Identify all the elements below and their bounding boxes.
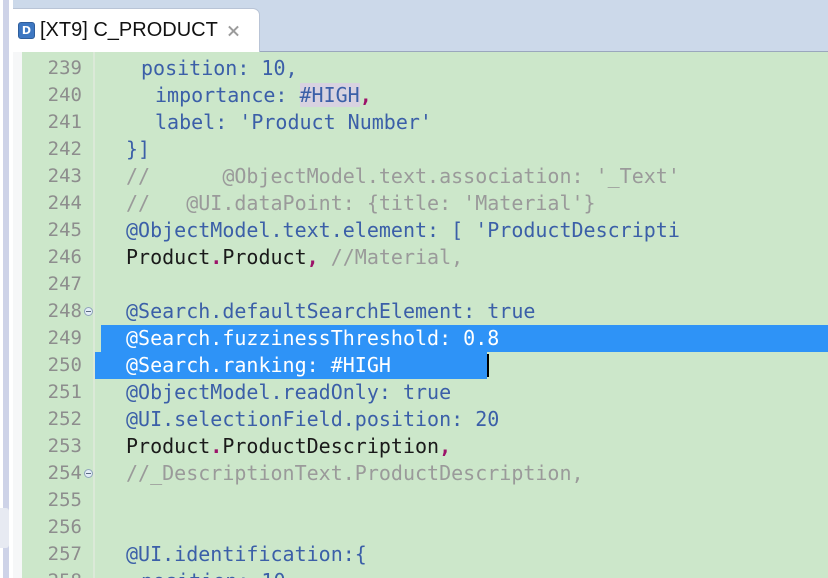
code-text: label: 'Product Number' — [155, 109, 432, 136]
line-number: 256 — [47, 516, 82, 538]
code-token: , — [439, 434, 452, 458]
left-view-stack-strip — [13, 52, 22, 578]
code-line[interactable]: 240 importance: #HIGH, — [22, 82, 828, 109]
code-text: @Search.ranking: #HIGH — [126, 352, 391, 379]
code-token: @UI.selectionField.position: 20 — [126, 407, 500, 431]
code-line[interactable]: 245 @ObjectModel.text.element: [ 'Product… — [22, 217, 828, 244]
code-token: importance: — [155, 83, 300, 107]
code-line[interactable]: 251 @ObjectModel.readOnly: true — [22, 379, 828, 406]
line-number: 243 — [47, 165, 82, 187]
line-number: 241 — [47, 111, 82, 133]
code-token: }] — [126, 137, 151, 161]
code-text: Product.Product, //Material, — [126, 244, 463, 271]
code-token: , — [306, 245, 319, 269]
code-text: @ObjectModel.text.element: [ 'ProductDes… — [126, 217, 680, 244]
code-line[interactable]: 243 // @ObjectModel.text.association: '_T… — [22, 163, 828, 190]
line-number: 245 — [47, 219, 82, 241]
code-token: Product — [126, 245, 211, 269]
line-number: 249 — [47, 327, 82, 349]
code-line[interactable]: 256 — [22, 514, 828, 541]
code-token: // @ObjectModel.text.association: '_Text… — [126, 164, 680, 188]
line-number: 244 — [47, 192, 82, 214]
source-code-editor[interactable]: 239 position: 10, 240 importance: #HIGH, 241… — [22, 52, 828, 578]
code-line[interactable]: 257 @UI.identification:{ — [22, 541, 828, 568]
code-line[interactable]: 239 position: 10, — [22, 55, 828, 82]
code-text: // @UI.dataPoint: {title: 'Material'} — [126, 190, 596, 217]
code-token: , — [359, 83, 372, 107]
code-line[interactable]: 258 position: 10, — [22, 568, 828, 578]
code-line[interactable]: 249 @Search.fuzzinessThreshold: 0.8 — [22, 325, 828, 352]
code-token: @UI.identification:{ — [126, 542, 367, 566]
code-text: @Search.defaultSearchElement: true — [126, 298, 535, 325]
code-line[interactable]: 241 label: 'Product Number' — [22, 109, 828, 136]
cds-document-icon: D — [18, 22, 35, 39]
line-number: 258 — [22, 568, 82, 578]
left-minimized-view-tab[interactable] — [0, 508, 9, 548]
text-caret — [487, 354, 489, 377]
line-number: 239 — [47, 57, 82, 79]
code-token: // @UI.dataPoint: {title: 'Material'} — [126, 191, 596, 215]
code-token: label: 'Product Number' — [155, 110, 432, 134]
code-token: //Material, — [318, 245, 464, 269]
line-number: 255 — [47, 489, 82, 511]
line-number: 253 — [47, 435, 82, 457]
close-icon[interactable] — [226, 23, 241, 38]
code-line[interactable]: 254 //_DescriptionText.ProductDescription… — [22, 460, 828, 487]
code-token: #HIGH — [299, 83, 360, 107]
code-token: @ObjectModel.text.element: [ 'ProductDes… — [126, 218, 680, 242]
line-number: 247 — [47, 273, 82, 295]
code-line[interactable]: 248 @Search.defaultSearchElement: true — [22, 298, 828, 325]
code-token: @Search.fuzzinessThreshold: 0.8 — [126, 326, 500, 350]
editor-tab-bar: D [XT9] C_PRODUCT — [13, 0, 828, 52]
code-text: // @ObjectModel.text.association: '_Text… — [126, 163, 680, 190]
code-line[interactable]: 253 Product.ProductDescription, — [22, 433, 828, 460]
code-line[interactable]: 252 @UI.selectionField.position: 20 — [22, 406, 828, 433]
code-token: . — [210, 245, 223, 269]
code-line[interactable]: 247 — [22, 271, 828, 298]
code-line[interactable]: 255 — [22, 487, 828, 514]
code-token: . — [210, 434, 223, 458]
code-text: @ObjectModel.readOnly: true — [126, 379, 451, 406]
code-text: //_DescriptionText.ProductDescription, — [126, 460, 584, 487]
code-text: Product.ProductDescription, — [126, 433, 451, 460]
eclipse-cds-editor-window: D [XT9] C_PRODUCT 239 position: 10, 240 imp… — [0, 0, 828, 578]
line-number: 242 — [47, 138, 82, 160]
code-token: @Search.defaultSearchElement: true — [126, 299, 536, 323]
code-token: Product — [222, 245, 307, 269]
code-fold-collapse-icon[interactable] — [84, 469, 93, 478]
code-token: //_DescriptionText.ProductDescription, — [126, 461, 584, 485]
code-line[interactable]: 242}] — [22, 136, 828, 163]
code-token: ProductDescription — [222, 434, 440, 458]
line-number: 257 — [47, 543, 82, 565]
line-number: 246 — [47, 246, 82, 268]
code-text: position: 10, — [141, 568, 298, 578]
line-number: 251 — [47, 381, 82, 403]
editor-tab-title: [XT9] C_PRODUCT — [40, 19, 218, 41]
code-line-list: 239 position: 10, 240 importance: #HIGH, 241… — [22, 55, 828, 578]
code-text: }] — [126, 136, 150, 163]
line-number: 250 — [47, 354, 82, 376]
line-number: 248 — [47, 300, 82, 322]
code-line[interactable]: 244 // @UI.dataPoint: {title: 'Material'} — [22, 190, 828, 217]
code-text: @UI.selectionField.position: 20 — [126, 406, 499, 433]
code-token: @Search.ranking: #HIGH — [126, 353, 391, 377]
code-token: @ObjectModel.readOnly: true — [126, 380, 452, 404]
line-number: 252 — [47, 408, 82, 430]
line-number: 240 — [47, 84, 82, 106]
code-text: @UI.identification:{ — [126, 541, 367, 568]
code-token: Product — [126, 434, 211, 458]
editor-tab-c-product[interactable]: D [XT9] C_PRODUCT — [13, 8, 260, 52]
code-line[interactable]: 250 @Search.ranking: #HIGH — [22, 352, 828, 379]
code-line[interactable]: 246 Product.Product, //Material, — [22, 244, 828, 271]
code-text: position: 10, — [141, 55, 298, 82]
line-number: 254 — [47, 462, 82, 484]
code-text: @Search.fuzzinessThreshold: 0.8 — [126, 325, 499, 352]
code-fold-collapse-icon[interactable] — [84, 307, 93, 316]
code-token: position: 10, — [141, 569, 298, 578]
code-text: importance: #HIGH, — [155, 82, 372, 109]
code-token: position: 10, — [141, 56, 298, 80]
